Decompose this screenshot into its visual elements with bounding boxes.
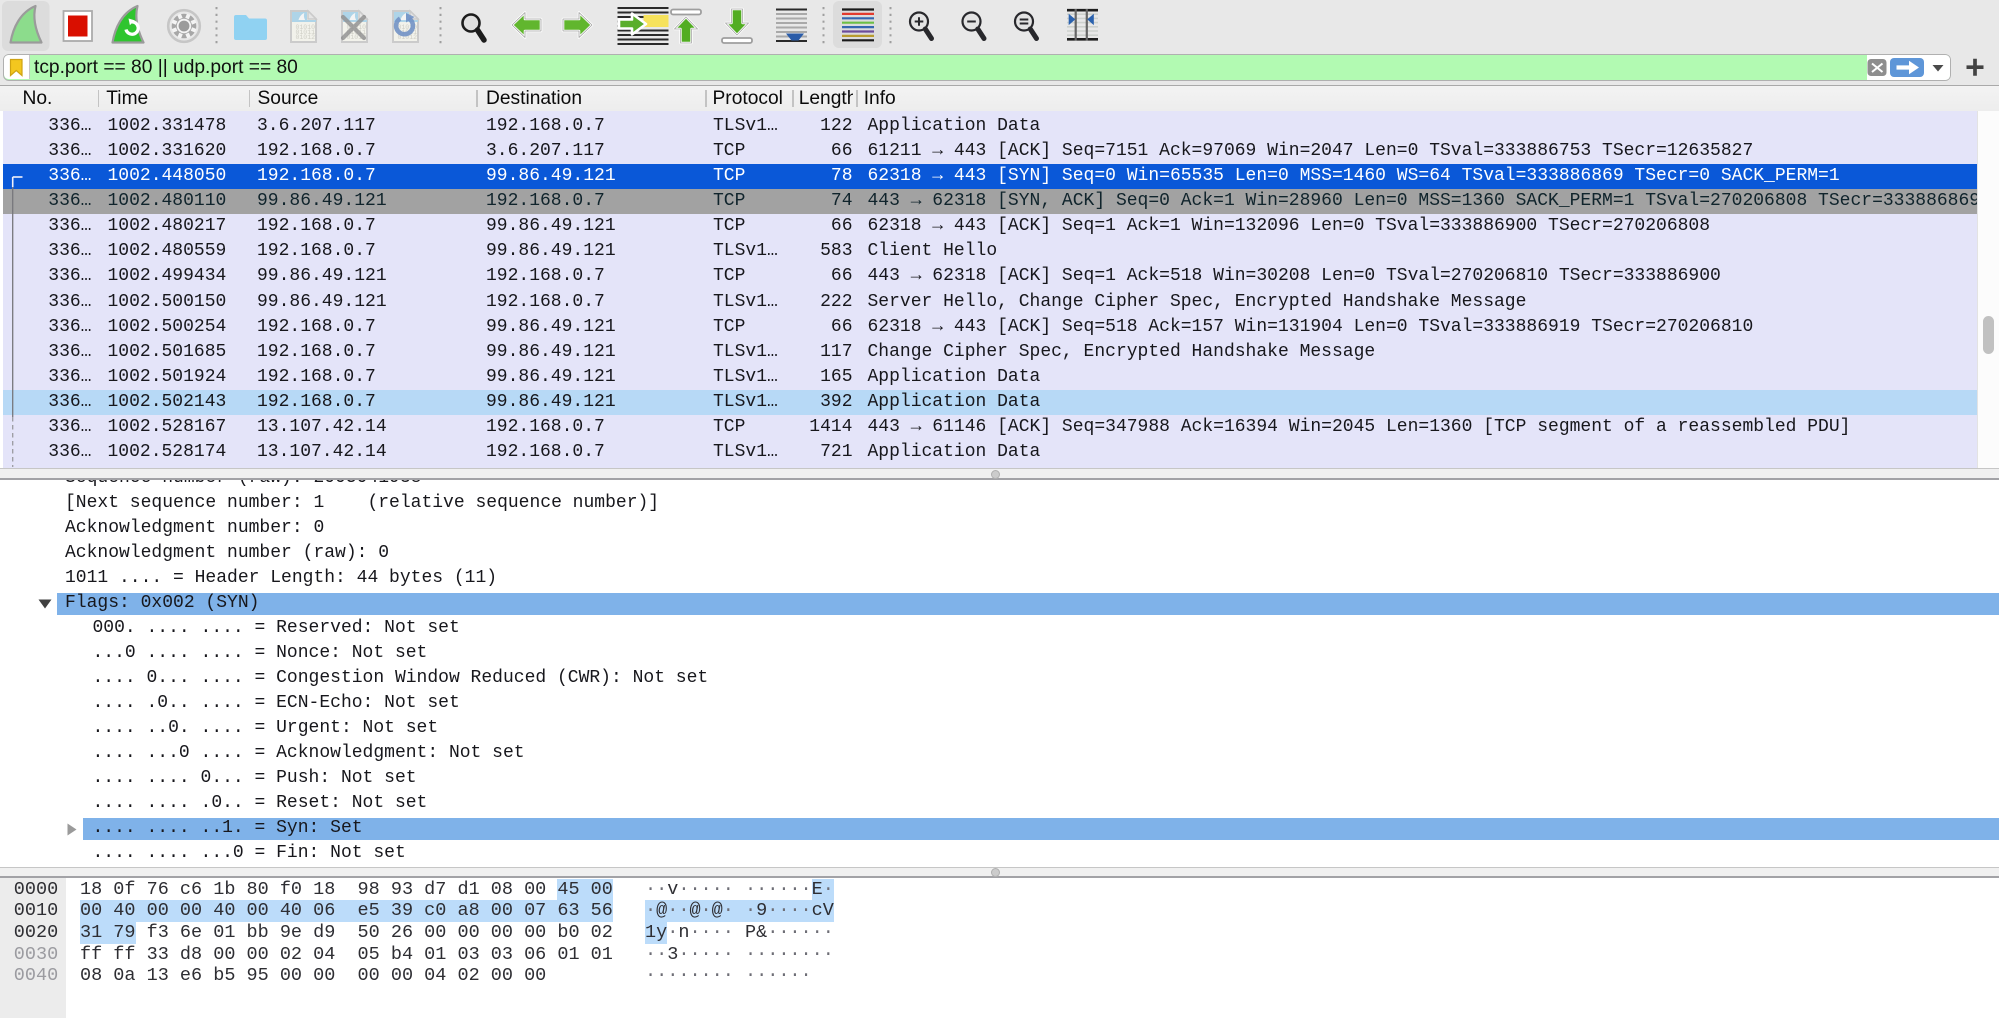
svg-text:01012: 01012 [296, 34, 316, 41]
